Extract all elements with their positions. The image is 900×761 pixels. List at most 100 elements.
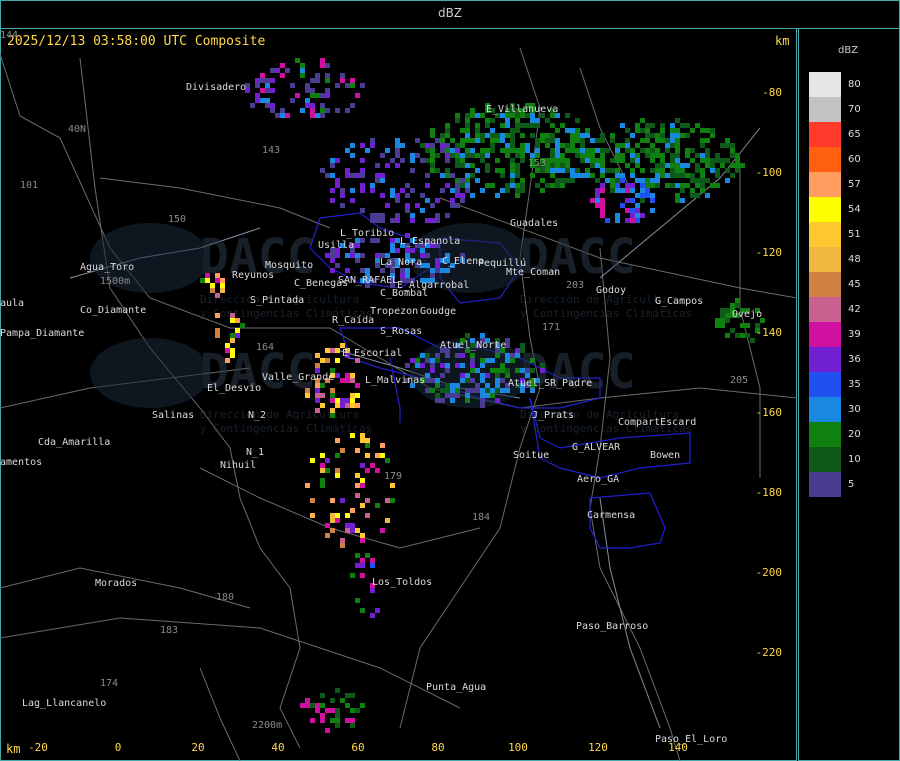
radar-echo-cell: [525, 123, 530, 128]
legend-swatch-10: [809, 447, 841, 472]
radar-echo-cell: [335, 438, 340, 443]
radar-echo-cell: [690, 148, 695, 153]
radar-echo-cell: [455, 363, 460, 368]
radar-echo-cell: [685, 153, 690, 158]
radar-echo-cell: [310, 88, 315, 93]
radar-echo-cell: [425, 388, 430, 393]
radar-echo-cell: [230, 318, 235, 323]
radar-echo-cell: [640, 183, 645, 188]
radar-map[interactable]: DACCDirección de Agriculturay Contingenc…: [0, 28, 797, 761]
radar-echo-cell: [590, 138, 595, 143]
radar-echo-cell: [705, 138, 710, 143]
radar-echo-cell: [225, 358, 230, 363]
radar-echo-cell: [665, 138, 670, 143]
radar-echo-cell: [525, 148, 530, 153]
radar-echo-cell: [395, 218, 400, 223]
radar-echo-cell: [615, 168, 620, 173]
radar-echo-cell: [645, 133, 650, 138]
radar-echo-cell: [535, 123, 540, 128]
place-label: 179: [384, 471, 402, 482]
radar-echo-cell: [305, 698, 310, 703]
radar-echo-cell: [450, 173, 455, 178]
radar-echo-cell: [330, 513, 335, 518]
radar-echo-cell: [390, 188, 395, 193]
radar-echo-cell: [705, 128, 710, 133]
radar-echo-cell: [230, 353, 235, 358]
radar-echo-cell: [555, 178, 560, 183]
radar-echo-cell: [585, 158, 590, 163]
radar-echo-cell: [735, 333, 740, 338]
radar-echo-cell: [505, 368, 510, 373]
radar-echo-cell: [590, 173, 595, 178]
place-label: 205: [730, 375, 748, 386]
radar-echo-cell: [320, 713, 325, 718]
radar-echo-cell: [445, 153, 450, 158]
radar-echo-cell: [300, 63, 305, 68]
radar-echo-cell: [725, 138, 730, 143]
radar-echo-cell: [470, 108, 475, 113]
radar-echo-cell: [305, 483, 310, 488]
radar-echo-cell: [485, 123, 490, 128]
radar-echo-cell: [310, 513, 315, 518]
radar-echo-cell: [615, 153, 620, 158]
radar-echo-cell: [235, 318, 240, 323]
legend-swatch-65: [809, 122, 841, 147]
radar-echo-cell: [715, 318, 720, 323]
radar-echo-cell: [740, 163, 745, 168]
radar-echo-cell: [330, 698, 335, 703]
legend-label-36: 36: [848, 354, 861, 365]
place-label: E_Villanueva: [486, 104, 558, 115]
radar-echo-cell: [335, 398, 340, 403]
radar-echo-cell: [460, 198, 465, 203]
legend-label-42: 42: [848, 304, 861, 315]
radar-echo-cell: [415, 358, 420, 363]
radar-echo-cell: [575, 138, 580, 143]
radar-echo-cell: [700, 168, 705, 173]
radar-echo-cell: [710, 133, 715, 138]
radar-echo-cell: [475, 388, 480, 393]
radar-echo-cell: [625, 138, 630, 143]
radar-echo-cell: [485, 133, 490, 138]
radar-echo-cell: [465, 138, 470, 143]
radar-echo-cell: [625, 188, 630, 193]
radar-echo-cell: [380, 453, 385, 458]
road-line: [79, 57, 301, 749]
legend-swatch-48: [809, 247, 841, 272]
radar-echo-cell: [335, 358, 340, 363]
radar-echo-cell: [360, 433, 365, 438]
radar-echo-cell: [645, 153, 650, 158]
radar-echo-cell: [365, 553, 370, 558]
radar-echo-cell: [615, 148, 620, 153]
radar-echo-cell: [470, 353, 475, 358]
legend-label-65: 65: [848, 129, 861, 140]
radar-echo-cell: [530, 358, 535, 363]
radar-echo-cell: [360, 703, 365, 708]
radar-echo-cell: [505, 133, 510, 138]
radar-echo-cell: [605, 218, 610, 223]
radar-echo-cell: [470, 368, 475, 373]
radar-echo-cell: [710, 168, 715, 173]
legend-swatch-51: [809, 222, 841, 247]
radar-echo-cell: [305, 103, 310, 108]
radar-echo-cell: [665, 163, 670, 168]
radar-echo-cell: [510, 133, 515, 138]
x-tick-label: 0: [115, 741, 122, 754]
radar-echo-cell: [460, 153, 465, 158]
radar-echo-cell: [575, 133, 580, 138]
radar-echo-cell: [480, 138, 485, 143]
radar-echo-cell: [310, 498, 315, 503]
radar-echo-cell: [310, 108, 315, 113]
radar-echo-cell: [445, 123, 450, 128]
radar-echo-cell: [430, 363, 435, 368]
radar-echo-cell: [350, 373, 355, 378]
road-line: [199, 467, 481, 549]
radar-echo-cell: [735, 298, 740, 303]
radar-echo-cell: [745, 323, 750, 328]
road-line: [99, 177, 331, 229]
radar-echo-cell: [360, 168, 365, 173]
radar-echo-cell: [595, 178, 600, 183]
radar-echo-cell: [750, 338, 755, 343]
radar-echo-cell: [605, 178, 610, 183]
radar-echo-cell: [480, 378, 485, 383]
radar-echo-cell: [365, 148, 370, 153]
